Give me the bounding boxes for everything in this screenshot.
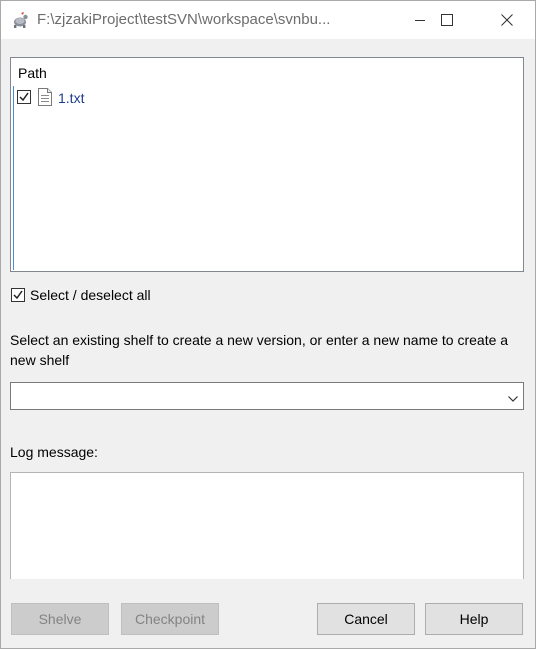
text-file-icon <box>37 88 53 106</box>
list-focus-accent <box>13 86 14 270</box>
close-icon <box>501 14 513 26</box>
checkpoint-button[interactable]: Checkpoint <box>121 603 219 635</box>
help-button[interactable]: Help <box>425 603 523 635</box>
shelve-dialog: F:\zjzakiProject\testSVN\workspace\svnbu… <box>0 0 536 649</box>
select-all-toggle[interactable]: Select / deselect all <box>10 286 210 306</box>
path-column-header[interactable]: Path <box>18 65 47 81</box>
close-button[interactable] <box>484 1 530 39</box>
maximize-icon <box>441 14 453 26</box>
cancel-button[interactable]: Cancel <box>317 603 415 635</box>
checkmark-icon <box>13 290 23 300</box>
log-message-label: Log message: <box>10 444 98 460</box>
shelve-button[interactable]: Shelve <box>11 603 109 635</box>
shelf-name-combobox[interactable] <box>10 382 524 410</box>
file-list[interactable]: Path 1.txt <box>10 57 524 272</box>
checkmark-icon <box>19 92 29 102</box>
maximize-button[interactable] <box>424 1 470 39</box>
window-title: F:\zjzakiProject\testSVN\workspace\svnbu… <box>37 11 331 28</box>
title-bar[interactable]: F:\zjzakiProject\testSVN\workspace\svnbu… <box>1 1 535 39</box>
shelf-instruction: Select an existing shelf to create a new… <box>10 332 509 368</box>
select-all-checkbox[interactable] <box>11 288 25 302</box>
list-item[interactable]: 1.txt <box>15 87 215 109</box>
chevron-down-icon[interactable] <box>507 391 519 402</box>
file-name: 1.txt <box>58 90 85 106</box>
log-message-input[interactable] <box>10 472 524 579</box>
select-all-label[interactable]: Select / deselect all <box>30 287 151 303</box>
file-checkbox[interactable] <box>17 90 31 104</box>
tortoise-svn-icon <box>11 11 29 29</box>
